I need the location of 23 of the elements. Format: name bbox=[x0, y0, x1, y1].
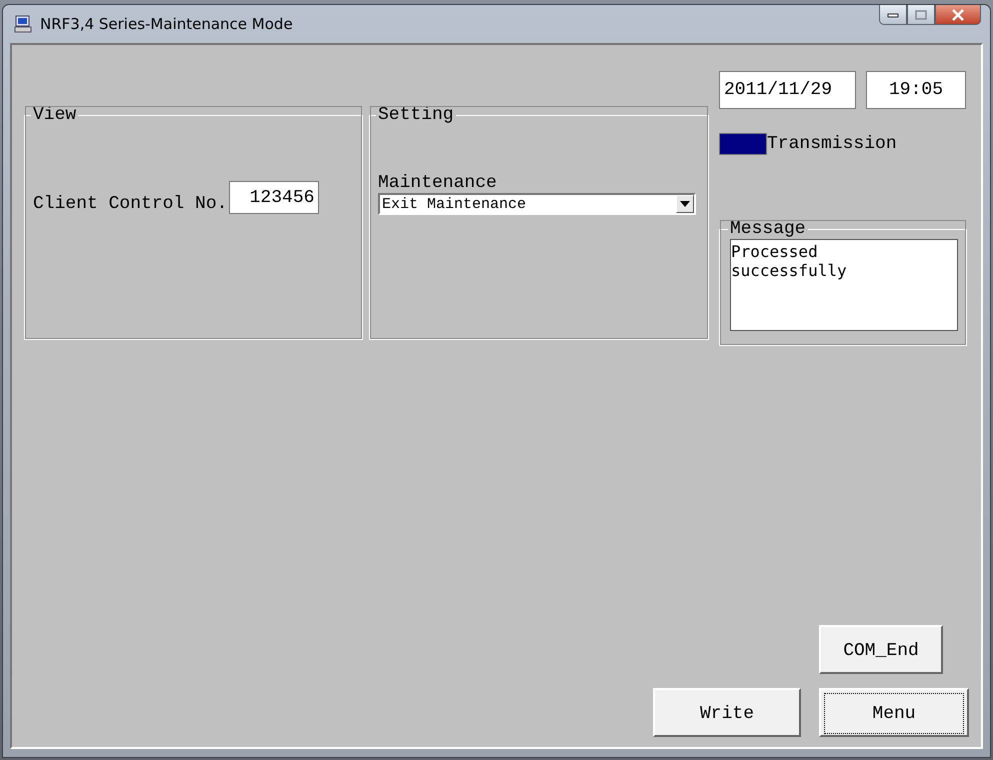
maintenance-label: Maintenance bbox=[378, 173, 498, 193]
time-field[interactable]: 19:05 bbox=[866, 71, 966, 109]
maximize-button[interactable] bbox=[907, 5, 935, 25]
computer-icon bbox=[14, 15, 32, 33]
close-icon bbox=[951, 8, 965, 20]
maintenance-dropdown[interactable]: Exit Maintenance bbox=[378, 193, 696, 215]
transmission-label: Transmission bbox=[767, 134, 897, 154]
com-end-button[interactable]: COM_End bbox=[819, 625, 943, 674]
group-title: Message bbox=[729, 219, 807, 239]
dropdown-arrow-icon bbox=[680, 201, 690, 207]
client-control-field[interactable]: 123456 bbox=[229, 181, 320, 214]
maximize-icon bbox=[915, 10, 927, 20]
minimize-button[interactable] bbox=[879, 5, 907, 25]
write-button[interactable]: Write bbox=[653, 688, 801, 737]
menu-button[interactable]: Menu bbox=[819, 688, 969, 737]
message-box: Processed successfully bbox=[730, 239, 958, 331]
group-title: View bbox=[32, 105, 78, 125]
date-field[interactable]: 2011/11/29 bbox=[719, 71, 856, 109]
close-button[interactable] bbox=[935, 5, 981, 25]
minimize-icon bbox=[887, 12, 899, 18]
group-title: Setting bbox=[377, 105, 455, 125]
client-control-label: Client Control No. bbox=[33, 194, 228, 214]
window-title: NRF3,4 Series-Maintenance Mode bbox=[40, 15, 293, 33]
